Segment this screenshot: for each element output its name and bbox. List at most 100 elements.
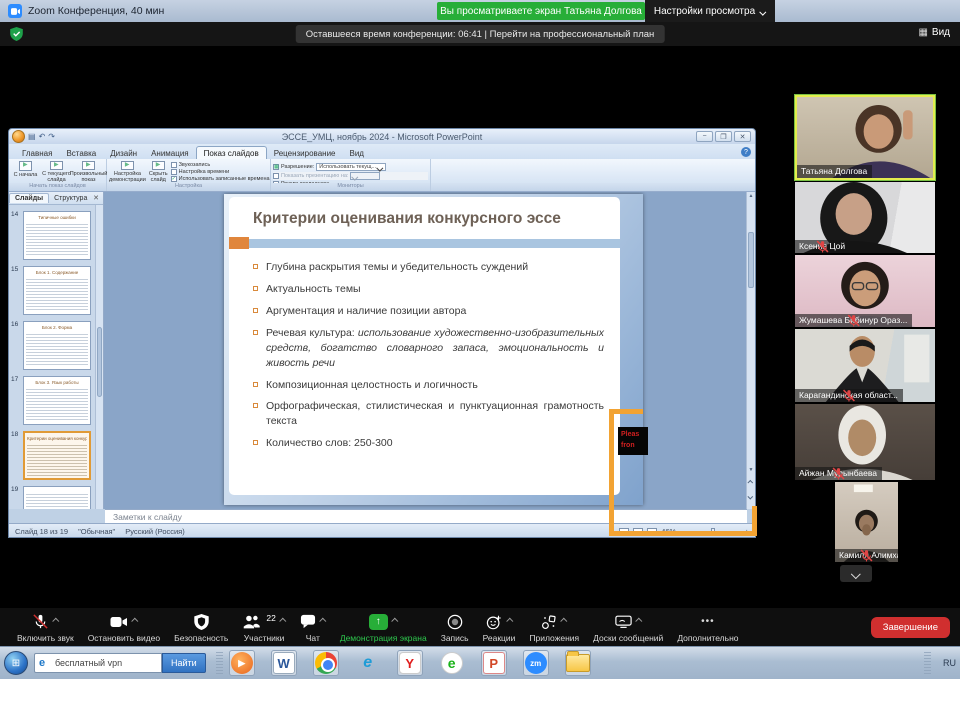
chevron-up-icon[interactable]: [319, 617, 326, 624]
bullet-marker-icon: [253, 403, 258, 408]
tab-retsenzirovanie[interactable]: Рецензирование: [267, 147, 343, 159]
pane-scrollbar[interactable]: [95, 205, 103, 509]
language-indicator[interactable]: RU: [943, 658, 956, 668]
whiteboards-button[interactable]: Доски сообщений: [586, 612, 670, 643]
view-mode-button[interactable]: ▦ Вид: [918, 27, 950, 38]
ppt-titlebar[interactable]: ▤ ↶ ↷ ЭССЕ_УМЦ, ноябрь 2024 - Microsoft …: [9, 129, 755, 144]
record-narration-option[interactable]: Звукозапись: [171, 162, 270, 168]
custom-show-button[interactable]: Произвольный показ: [73, 160, 104, 183]
chevron-up-icon[interactable]: [131, 617, 138, 624]
video-tile-kseniya[interactable]: Ксения Цой: [795, 182, 935, 253]
video-tile-karagandinskaya[interactable]: Карагандинская област...: [795, 329, 935, 402]
rehearse-timings-option[interactable]: Настройка времени: [171, 169, 270, 175]
video-tile-kamilya[interactable]: Камиля Алимханова: [835, 482, 898, 562]
taskbar-search-input[interactable]: e бесплатный vpn: [34, 653, 162, 673]
thumbnail-slide-18-selected[interactable]: 18 Критерии оценивания конкурсного эссе: [23, 431, 94, 480]
use-timings-option[interactable]: ✓Использовать записанные времена: [171, 176, 270, 182]
annotation-line: [609, 409, 643, 414]
chevron-up-icon[interactable]: [635, 617, 642, 624]
annotation-line: [609, 409, 614, 536]
chevron-up-icon[interactable]: [279, 617, 286, 624]
video-tile-zhumasheva[interactable]: Жумашева Бибинур Ораз...: [795, 255, 935, 327]
grid-view-icon: ▦: [918, 27, 927, 38]
tab-vid[interactable]: Вид: [343, 147, 371, 159]
setup-show-button[interactable]: Настройка демонстрации: [109, 160, 146, 183]
maximize-button[interactable]: ❐: [715, 131, 732, 142]
remaining-time-banner[interactable]: Оставшееся время конференции: 06:41 | Пе…: [296, 25, 665, 43]
taskbar-icon-e-browser[interactable]: е: [439, 650, 465, 676]
reactions-button[interactable]: Реакции: [476, 612, 523, 643]
taskbar-icon-zoom[interactable]: zm: [523, 650, 549, 676]
outline-tab[interactable]: Структура: [49, 194, 92, 203]
slides-tab[interactable]: Слайды: [9, 193, 49, 203]
slide-18[interactable]: Критерии оценивания конкурсного эссе Глу…: [224, 194, 643, 505]
close-pane-icon[interactable]: ✕: [93, 194, 103, 202]
thumbnail-slide-14[interactable]: 14 Типичные ошибки: [23, 211, 94, 260]
thumbnail-slide-15[interactable]: 15 Блок 1. Содержание: [23, 266, 94, 315]
resolution-dropdown[interactable]: Использовать текущ...: [316, 163, 386, 171]
taskbar-icon-internet-explorer[interactable]: e: [355, 650, 381, 676]
start-button[interactable]: ⊞: [4, 651, 28, 675]
thumbnail-slide-19[interactable]: 19: [23, 486, 94, 509]
participants-button[interactable]: 22 Участники: [235, 612, 292, 643]
thumbnail-slide-16[interactable]: 16 Блок 2. Форма: [23, 321, 94, 370]
participant-name: Айжан Мурынбаева: [795, 467, 882, 480]
record-button[interactable]: Запись: [434, 612, 476, 643]
video-tile-ayzhan[interactable]: Айжан Мурынбаева: [795, 404, 935, 480]
canvas-scrollbar[interactable]: ▲ ▼: [746, 192, 755, 509]
notes-area[interactable]: Заметки к слайду: [105, 509, 747, 523]
tab-animatsiya[interactable]: Анимация: [144, 147, 196, 159]
slide-title-separator: [229, 237, 620, 249]
stop-video-button[interactable]: Остановить видео: [81, 612, 167, 643]
chevron-up-icon[interactable]: [506, 617, 513, 624]
tab-dizayn[interactable]: Дизайн: [103, 147, 144, 159]
more-button[interactable]: ••• Дополнительно: [670, 612, 745, 643]
bullet-item: Аргументация и наличие позиции автора: [253, 304, 604, 319]
record-icon: [447, 614, 463, 630]
next-slide-button[interactable]: [747, 491, 755, 501]
minimize-button[interactable]: −: [696, 131, 713, 142]
system-tray[interactable]: RU: [918, 652, 960, 674]
help-icon[interactable]: ?: [741, 147, 751, 157]
taskbar-icon-file-explorer[interactable]: [565, 650, 591, 676]
hide-slide-button[interactable]: Скрыть слайд: [149, 160, 168, 183]
scroll-up-icon[interactable]: ▲: [747, 192, 755, 201]
participants-icon: [242, 614, 261, 629]
share-screen-button[interactable]: ↑ Демонстрация экрана: [333, 612, 434, 643]
chevron-up-icon[interactable]: [52, 617, 59, 624]
security-shield-icon[interactable]: [10, 27, 23, 46]
ppt-window-title: ЭССЕ_УМЦ, ноябрь 2024 - Microsoft PowerP…: [9, 132, 755, 142]
taskbar-icon-chrome[interactable]: [313, 650, 339, 676]
tab-glavnaya[interactable]: Главная: [15, 147, 59, 159]
close-button[interactable]: ✕: [734, 131, 751, 142]
scrollbar-thumb[interactable]: [748, 232, 754, 288]
taskbar-icon-word[interactable]: W: [271, 650, 297, 676]
thumbnail-slide-17[interactable]: 17 Блок 3. Язык работы: [23, 376, 94, 425]
taskbar-icon-media-player[interactable]: ▶: [229, 650, 255, 676]
apps-button[interactable]: Приложения: [522, 612, 586, 643]
language-indicator[interactable]: Русский (Россия): [125, 527, 185, 536]
chevron-up-icon[interactable]: [561, 617, 568, 624]
scroll-down-icon[interactable]: ▼: [747, 466, 755, 475]
view-settings-button[interactable]: Настройки просмотра: [645, 0, 775, 22]
security-button[interactable]: Безопасность: [167, 612, 235, 643]
previous-slide-button[interactable]: [747, 477, 755, 487]
chevron-up-icon[interactable]: [391, 617, 398, 624]
mic-off-icon: [795, 314, 912, 327]
tab-pokaz-slaydov[interactable]: Показ слайдов: [196, 146, 267, 159]
zoom-app-icon: zm: [525, 652, 547, 674]
zoom-logo-icon: [8, 4, 22, 18]
taskbar-icon-powerpoint[interactable]: P: [481, 650, 507, 676]
chat-button[interactable]: Чат: [293, 612, 333, 643]
search-find-button[interactable]: Найти: [162, 653, 206, 673]
unmute-button[interactable]: Включить звук: [10, 612, 81, 643]
taskbar-icon-yandex[interactable]: Y: [397, 650, 423, 676]
video-tile-tatyana[interactable]: Татьяна Долгова: [795, 95, 935, 180]
from-current-slide-button[interactable]: С текущего слайда: [42, 160, 71, 183]
tab-vstavka[interactable]: Вставка: [59, 147, 103, 159]
participant-name: Жумашева Бибинур Ораз...: [795, 314, 912, 327]
end-meeting-button[interactable]: Завершение: [871, 617, 950, 638]
scroll-participants-button[interactable]: [840, 565, 872, 582]
from-start-button[interactable]: С начала: [11, 160, 40, 183]
slide-canvas: Критерии оценивания конкурсного эссе Глу…: [104, 192, 746, 509]
